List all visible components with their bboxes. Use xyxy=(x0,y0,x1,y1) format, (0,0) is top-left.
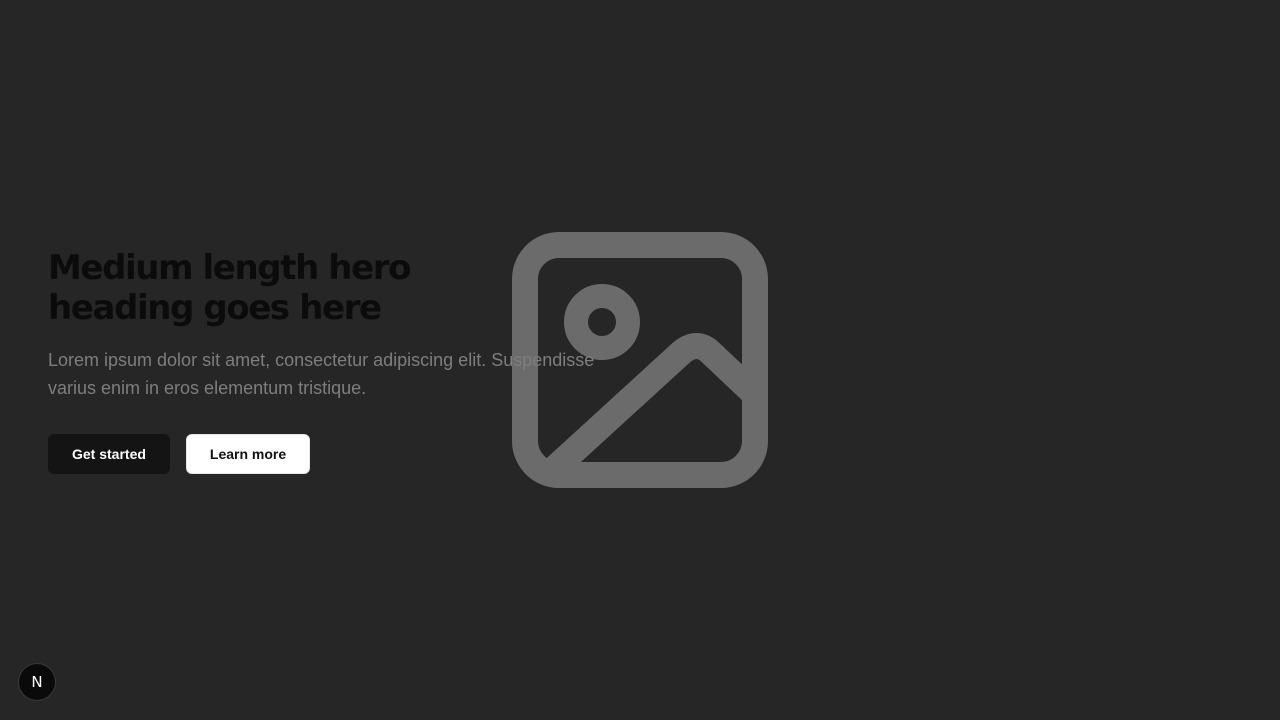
learn-more-button[interactable]: Learn more xyxy=(185,434,311,474)
hero-section: Medium length hero heading goes here Lor… xyxy=(0,0,1280,720)
nextjs-icon[interactable]: N xyxy=(19,664,55,700)
hero-content: Medium length hero heading goes here Lor… xyxy=(48,248,648,474)
hero-heading: Medium length hero heading goes here xyxy=(48,248,412,328)
get-started-button[interactable]: Get started xyxy=(48,434,170,474)
hero-description: Lorem ipsum dolor sit amet, consectetur … xyxy=(48,350,595,398)
badge-letter: N xyxy=(31,673,43,691)
hero-actions: Get started Learn more xyxy=(48,434,648,474)
